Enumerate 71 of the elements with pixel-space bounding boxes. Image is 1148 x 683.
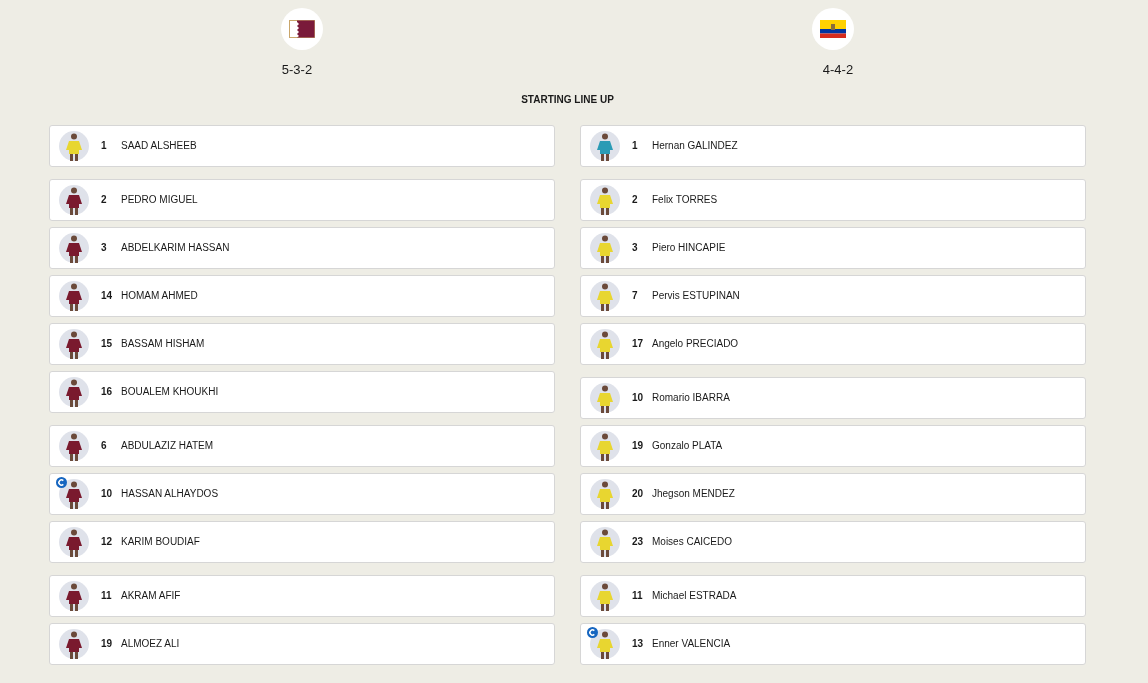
shirt-number: 7	[632, 289, 639, 303]
player-row[interactable]: 3 ABDELKARIM HASSAN	[49, 226, 555, 269]
player-row[interactable]: 13 Enner VALENCIA	[580, 622, 1086, 665]
player-row[interactable]: 15 BASSAM HISHAM	[49, 322, 555, 365]
section-heading: STARTING LINE UP	[521, 93, 614, 105]
shirt-number: 19	[632, 439, 645, 453]
formation-label: 5-3-2	[281, 61, 313, 79]
shirt-number: 10	[632, 391, 645, 405]
shirt-number: 15	[101, 337, 114, 351]
player-name: Piero HINCAPIE	[652, 241, 726, 255]
flag-icon	[820, 20, 846, 38]
player-row[interactable]: 1 Hernan GALINDEZ	[580, 124, 1086, 167]
player-row[interactable]: 10 HASSAN ALHAYDOS	[49, 472, 555, 515]
player-row[interactable]: 20 Jhegson MENDEZ	[580, 472, 1086, 515]
shirt-number: 17	[632, 337, 645, 351]
shirt-number: 16	[101, 385, 114, 399]
player-row[interactable]: 6 ABDULAZIZ HATEM	[49, 424, 555, 467]
player-name: Hernan GALINDEZ	[652, 139, 738, 153]
shirt-number: 11	[101, 589, 113, 603]
player-row[interactable]: 23 Moises CAICEDO	[580, 520, 1086, 563]
shirt-number: 3	[632, 241, 639, 255]
shirt-number: 12	[101, 535, 114, 549]
player-row[interactable]: 3 Piero HINCAPIE	[580, 226, 1086, 269]
player-name: ABDULAZIZ HATEM	[121, 439, 214, 453]
shirt-number: 23	[632, 535, 645, 549]
player-name: ALMOEZ ALI	[121, 637, 180, 651]
shirt-number: 1	[101, 139, 108, 153]
shirt-number: 10	[101, 487, 114, 501]
player-row[interactable]: 11 Michael ESTRADA	[580, 574, 1086, 617]
player-name: Moises CAICEDO	[652, 535, 732, 549]
player-name: Felix TORRES	[652, 193, 718, 207]
player-name: Enner VALENCIA	[652, 637, 731, 651]
player-row[interactable]: 14 HOMAM AHMED	[49, 274, 555, 317]
player-row[interactable]: 10 Romario IBARRA	[580, 376, 1086, 419]
player-name: SAAD ALSHEEB	[121, 139, 197, 153]
player-name: BASSAM HISHAM	[121, 337, 205, 351]
shirt-number: 3	[101, 241, 108, 255]
player-name: Romario IBARRA	[652, 391, 730, 405]
shirt-number: 20	[632, 487, 645, 501]
flag-icon	[289, 20, 315, 38]
player-row[interactable]: 19 Gonzalo PLATA	[580, 424, 1086, 467]
shirt-number: 2	[632, 193, 639, 207]
player-name: BOUALEM KHOUKHI	[121, 385, 219, 399]
player-name: Pervis ESTUPINAN	[652, 289, 740, 303]
shirt-number: 14	[101, 289, 114, 303]
player-name: AKRAM AFIF	[121, 589, 181, 603]
player-name: HASSAN ALHAYDOS	[121, 487, 219, 501]
player-name: KARIM BOUDIAF	[121, 535, 200, 549]
player-row[interactable]: 16 BOUALEM KHOUKHI	[49, 370, 555, 413]
shirt-number: 6	[101, 439, 108, 453]
player-row[interactable]: 2 PEDRO MIGUEL	[49, 178, 555, 221]
player-row[interactable]: 2 Felix TORRES	[580, 178, 1086, 221]
player-name: Gonzalo PLATA	[652, 439, 723, 453]
player-row[interactable]: 12 KARIM BOUDIAF	[49, 520, 555, 563]
player-row[interactable]: 1 SAAD ALSHEEB	[49, 124, 555, 167]
player-row[interactable]: 7 Pervis ESTUPINAN	[580, 274, 1086, 317]
player-name: ABDELKARIM HASSAN	[121, 241, 230, 255]
shirt-number: 13	[632, 637, 645, 651]
shirt-number: 1	[632, 139, 639, 153]
player-name: Jhegson MENDEZ	[652, 487, 735, 501]
shirt-number: 19	[101, 637, 114, 651]
player-name: HOMAM AHMED	[121, 289, 198, 303]
formation-label: 4-4-2	[822, 61, 854, 79]
shirt-number: 11	[632, 589, 644, 603]
player-row[interactable]: 19 ALMOEZ ALI	[49, 622, 555, 665]
player-name: Angelo PRECIADO	[652, 337, 739, 351]
player-row[interactable]: 17 Angelo PRECIADO	[580, 322, 1086, 365]
player-name: PEDRO MIGUEL	[121, 193, 198, 207]
player-row[interactable]: 11 AKRAM AFIF	[49, 574, 555, 617]
shirt-number: 2	[101, 193, 108, 207]
player-name: Michael ESTRADA	[652, 589, 737, 603]
